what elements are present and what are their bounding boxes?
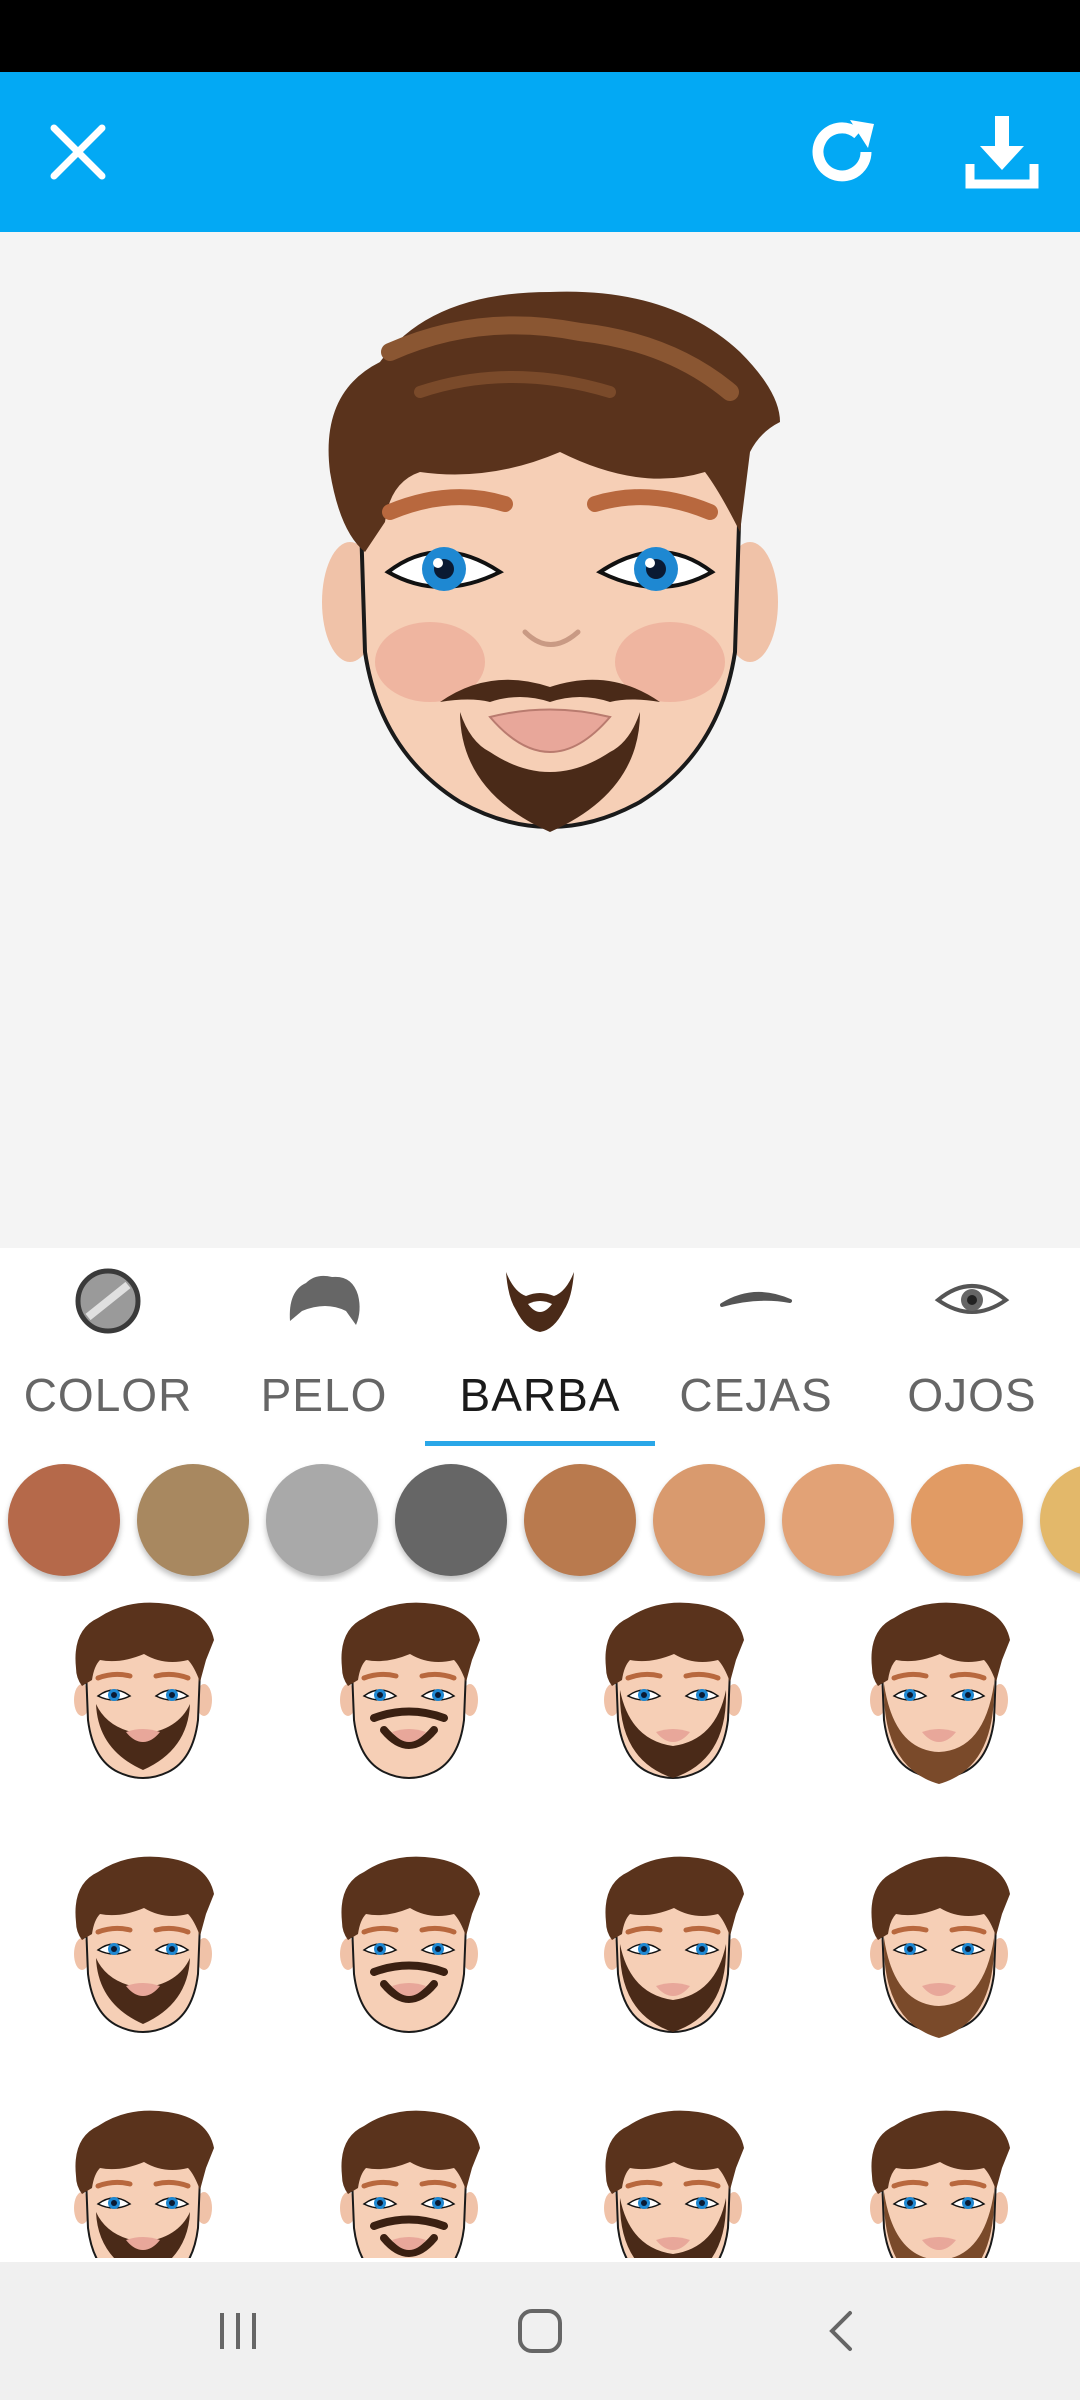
color-swatch[interactable]	[782, 1464, 894, 1576]
beard-style-option[interactable]	[864, 2108, 1014, 2258]
color-swatch-row	[0, 1452, 1080, 1582]
tab-cejas[interactable]: CEJAS	[648, 1248, 864, 1448]
beard-style-option[interactable]	[334, 1600, 484, 1790]
close-button[interactable]	[18, 72, 138, 232]
home-button[interactable]	[460, 2262, 620, 2400]
download-button[interactable]	[942, 72, 1062, 232]
color-swatch[interactable]	[266, 1464, 378, 1576]
home-icon	[518, 2309, 562, 2353]
color-swatch[interactable]	[653, 1464, 765, 1576]
tab-label: CEJAS	[679, 1369, 833, 1421]
avatar-canvas	[0, 232, 1080, 1248]
tab-ojos[interactable]: OJOS	[864, 1248, 1080, 1448]
tab-label: PELO	[260, 1369, 388, 1421]
beard-style-option[interactable]	[864, 1854, 1014, 2044]
beard-style-grid	[0, 1582, 1080, 2258]
color-swatch[interactable]	[524, 1464, 636, 1576]
recents-button[interactable]	[158, 2262, 318, 2400]
tab-label: COLOR	[23, 1369, 193, 1421]
tab-barba[interactable]: BARBA	[432, 1248, 648, 1448]
beard-style-option[interactable]	[68, 2108, 218, 2258]
beard-style-option[interactable]	[598, 1854, 748, 2044]
tab-color[interactable]: COLOR	[0, 1248, 216, 1448]
back-icon	[829, 2311, 852, 2351]
refresh-icon	[812, 120, 874, 182]
refresh-button[interactable]	[782, 72, 902, 232]
app-bar	[0, 72, 1080, 232]
avatar-preview	[322, 291, 780, 832]
beard-style-option[interactable]	[68, 1600, 218, 1790]
beard-style-option[interactable]	[598, 2108, 748, 2258]
beard-style-option[interactable]	[334, 1854, 484, 2044]
color-swatch[interactable]	[911, 1464, 1023, 1576]
category-tabs: COLOR PELO BARBA CEJAS OJOS	[0, 1248, 1080, 1448]
beard-style-option[interactable]	[864, 1600, 1014, 1790]
tab-indicator	[425, 1441, 655, 1446]
tab-label: BARBA	[459, 1369, 621, 1421]
beard-style-option[interactable]	[68, 1854, 218, 2044]
color-disc-icon	[68, 1266, 148, 1336]
beard-style-option[interactable]	[598, 1600, 748, 1790]
hair-icon	[284, 1266, 364, 1336]
beard-style-option[interactable]	[334, 2108, 484, 2258]
back-button[interactable]	[762, 2262, 922, 2400]
tab-pelo[interactable]: PELO	[216, 1248, 432, 1448]
status-bar	[0, 0, 1080, 72]
color-swatch[interactable]	[8, 1464, 120, 1576]
tab-label: OJOS	[907, 1369, 1037, 1421]
color-swatch[interactable]	[395, 1464, 507, 1576]
download-icon	[965, 116, 1039, 189]
system-nav-bar	[0, 2262, 1080, 2400]
color-swatch[interactable]	[137, 1464, 249, 1576]
close-icon	[50, 124, 106, 180]
recents-icon	[220, 2313, 256, 2349]
eyebrow-icon	[716, 1266, 796, 1336]
beard-icon	[500, 1266, 580, 1336]
eye-icon	[932, 1266, 1012, 1336]
color-swatch[interactable]	[1040, 1464, 1080, 1576]
